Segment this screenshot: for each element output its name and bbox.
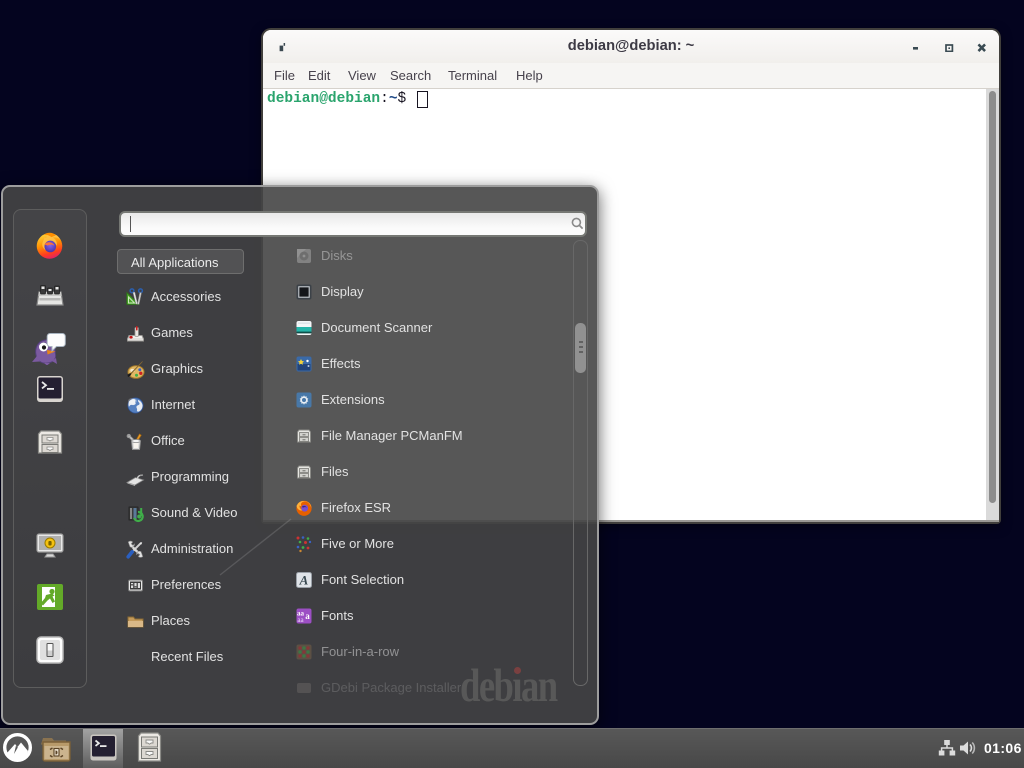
- svg-text:a: a: [305, 611, 310, 621]
- svg-text:aa: aa: [297, 616, 304, 624]
- svg-text:A: A: [299, 573, 309, 588]
